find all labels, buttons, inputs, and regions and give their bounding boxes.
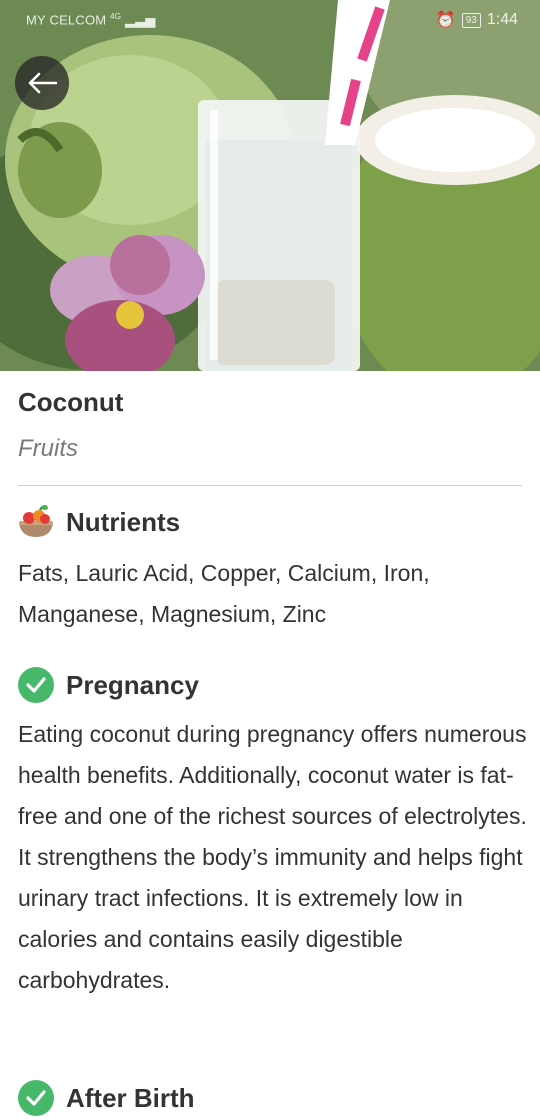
food-title: Coconut [18,387,124,417]
pregnancy-text: Eating coconut during pregnancy offers n… [18,721,527,993]
nutrients-heading: Nutrients [18,505,180,539]
alarm-icon: ⏰ [435,12,456,29]
network-type: 4G [110,12,122,21]
after-birth-heading: After Birth [18,1080,195,1116]
nutrients-label: Nutrients [66,506,181,537]
arrow-left-icon [28,72,57,94]
carrier-label: MY CELCOM 4G ▂▃▅ [26,12,156,28]
battery-indicator: 93 [461,12,481,28]
status-bar: MY CELCOM 4G ▂▃▅ ⏰ 93 1:44 [0,0,540,40]
check-circle-icon [18,667,54,703]
signal-icon: ▂▃▅ [125,12,156,28]
back-button[interactable] [15,56,69,110]
clock: 1:44 [486,11,518,28]
fruit-basket-icon [19,505,53,537]
after-birth-label: After Birth [66,1082,195,1113]
coconut-drink-photo [0,0,540,371]
divider [18,485,522,486]
check-circle-icon [18,1080,54,1116]
nutrients-text: Fats, Lauric Acid, Copper, Calcium, Iron… [18,560,430,627]
hero-image: MY CELCOM 4G ▂▃▅ ⏰ 93 1:44 [0,0,540,371]
pregnancy-label: Pregnancy [66,669,199,700]
pregnancy-heading: Pregnancy [18,667,199,703]
food-category: Fruits [18,435,78,462]
carrier-name: MY CELCOM [26,12,107,28]
